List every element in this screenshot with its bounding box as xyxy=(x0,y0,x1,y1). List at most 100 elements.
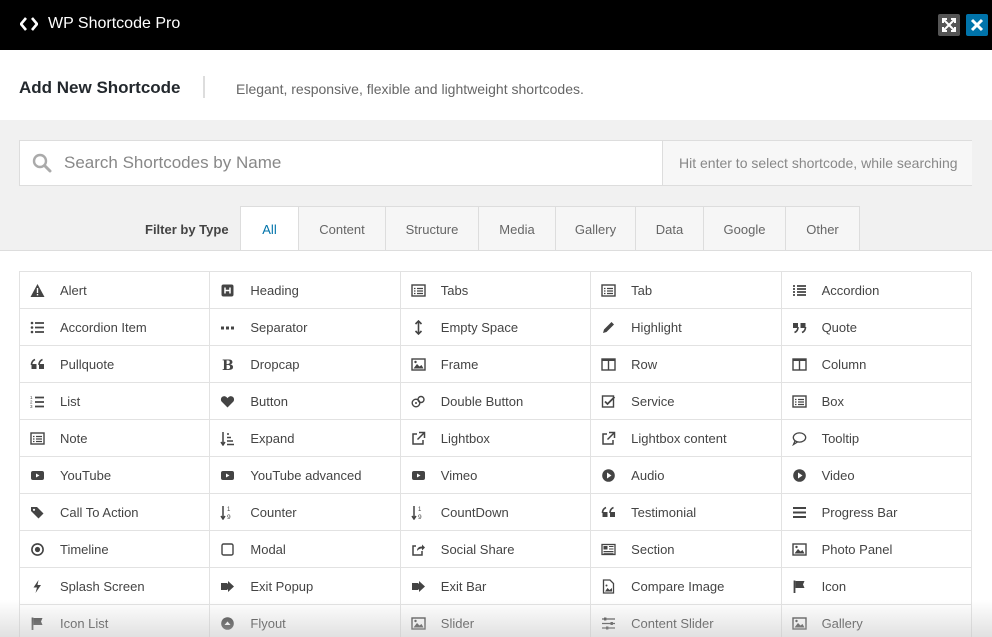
shortcode-label: Column xyxy=(821,357,867,372)
list-alt-icon xyxy=(601,283,616,298)
play-circle-icon xyxy=(792,468,807,483)
shortcode-item[interactable]: Heading xyxy=(210,272,401,309)
columns-icon xyxy=(791,357,807,372)
search-bar: Hit enter to select shortcode, while sea… xyxy=(19,140,972,186)
shortcode-item[interactable]: Exit Popup xyxy=(210,568,401,605)
tab-google[interactable]: Google xyxy=(703,207,785,251)
shortcode-item[interactable]: Social Share xyxy=(400,531,592,568)
tab-other[interactable]: Other xyxy=(785,207,859,251)
shortcode-item[interactable]: Double Button xyxy=(400,383,592,420)
svg-text:B: B xyxy=(222,358,234,372)
quote-left-icon xyxy=(30,357,45,372)
flag-icon xyxy=(30,616,45,631)
shortcode-item[interactable]: Video xyxy=(781,457,972,494)
shortcode-item[interactable]: Slider xyxy=(401,605,592,637)
shortcode-item[interactable]: Quote xyxy=(781,309,972,346)
external-link-icon xyxy=(411,431,426,446)
newspaper-icon xyxy=(601,542,616,557)
svg-text:3: 3 xyxy=(30,404,33,409)
shortcode-item[interactable]: B Dropcap xyxy=(210,346,401,383)
shortcode-label: Highlight xyxy=(631,320,682,335)
shortcode-item[interactable]: Lightbox xyxy=(400,420,592,457)
shortcode-item[interactable]: Icon List xyxy=(20,605,211,637)
shortcode-item[interactable]: Exit Bar xyxy=(400,568,592,605)
app-title: WP Shortcode Pro xyxy=(48,15,181,32)
shortcode-item[interactable]: Service xyxy=(591,383,782,420)
shortcode-label: List xyxy=(60,394,81,409)
list-ol-icon: 123 xyxy=(30,394,45,409)
tab-media[interactable]: Media xyxy=(478,207,555,251)
shortcode-item[interactable]: Tab xyxy=(591,272,782,309)
shortcode-item[interactable]: Frame xyxy=(400,346,592,383)
shortcode-item[interactable]: Tabs xyxy=(400,272,592,309)
tab-structure[interactable]: Structure xyxy=(385,207,478,251)
shortcode-item[interactable]: Photo Panel xyxy=(781,531,972,568)
search-input[interactable] xyxy=(64,142,659,184)
shortcode-label: Note xyxy=(60,431,88,446)
shortcode-item[interactable]: Lightbox content xyxy=(591,420,782,457)
shortcode-item[interactable]: Timeline xyxy=(20,531,211,568)
shortcode-item[interactable]: Testimonial xyxy=(591,494,782,531)
shortcode-item[interactable]: Accordion xyxy=(781,272,972,309)
shortcode-item[interactable]: Section xyxy=(591,531,782,568)
shortcode-item[interactable]: 1 9 Counter xyxy=(210,494,401,531)
shortcode-item[interactable]: YouTube xyxy=(20,457,211,494)
tab-data[interactable]: Data xyxy=(635,207,703,251)
tab-all[interactable]: All xyxy=(241,207,298,252)
quote-right-icon xyxy=(792,320,807,335)
shortcode-item[interactable]: YouTube advanced xyxy=(210,457,401,494)
arrow-circle-up-icon xyxy=(220,616,235,631)
shortcode-item[interactable]: Empty Space xyxy=(400,309,592,346)
shortcode-item[interactable]: Flyout xyxy=(210,605,401,637)
ellipsis-icon xyxy=(220,320,235,335)
image-icon xyxy=(791,616,807,631)
shortcode-label: Tabs xyxy=(440,283,469,298)
shortcode-item[interactable]: Separator xyxy=(210,309,401,346)
shortcode-label: Modal xyxy=(250,542,286,557)
image-icon xyxy=(411,616,426,631)
shortcode-label: Exit Popup xyxy=(250,579,314,594)
shortcode-item[interactable]: Column xyxy=(781,346,972,383)
shortcode-item[interactable]: Modal xyxy=(210,531,401,568)
shortcode-item[interactable]: Button xyxy=(210,383,401,420)
shortcode-label: Content Slider xyxy=(631,616,714,631)
sliders-icon xyxy=(601,616,616,631)
shortcode-item[interactable]: Content Slider xyxy=(591,605,782,637)
shortcode-label: Video xyxy=(821,468,855,483)
shortcode-item[interactable]: Call To Action xyxy=(20,494,211,531)
shortcode-item[interactable]: Row xyxy=(591,346,782,383)
shortcode-label: Expand xyxy=(250,431,295,446)
warning-icon xyxy=(30,283,45,298)
heading-icon xyxy=(220,283,235,298)
shortcode-label: Accordion xyxy=(821,283,880,298)
shortcode-item[interactable]: Audio xyxy=(591,457,782,494)
shortcode-item[interactable]: Pullquote xyxy=(20,346,211,383)
sort-amount-icon xyxy=(220,431,235,447)
shortcode-item[interactable]: Gallery xyxy=(782,605,972,637)
shortcode-label: Exit Bar xyxy=(440,579,487,594)
tab-content[interactable]: Content xyxy=(298,207,385,251)
shortcode-label: Section xyxy=(631,542,675,557)
search-icon xyxy=(32,153,52,173)
image-icon xyxy=(411,357,426,372)
external-link-icon xyxy=(601,431,616,446)
shortcode-label: Splash Screen xyxy=(60,579,145,594)
shortcode-item[interactable]: Expand xyxy=(210,420,401,457)
tab-gallery[interactable]: Gallery xyxy=(555,207,635,251)
shortcode-item[interactable]: 1 9 CountDown xyxy=(400,494,592,531)
shortcode-item[interactable]: Accordion Item xyxy=(20,309,211,346)
shortcode-item[interactable]: Alert xyxy=(20,272,211,309)
shortcode-item[interactable]: Vimeo xyxy=(400,457,592,494)
shortcode-item[interactable]: Tooltip xyxy=(781,420,972,457)
shortcode-item[interactable]: Progress Bar xyxy=(781,494,972,531)
shortcode-item[interactable]: Compare Image xyxy=(591,568,782,605)
shortcode-item[interactable]: Note xyxy=(20,420,211,457)
close-button[interactable] xyxy=(966,14,988,36)
shortcode-item[interactable]: 1 2 3 List xyxy=(20,383,211,420)
shortcode-label: Tab xyxy=(631,283,653,298)
shortcode-item[interactable]: Icon xyxy=(781,568,972,605)
shortcode-item[interactable]: Splash Screen xyxy=(20,568,211,605)
shortcode-item[interactable]: Highlight xyxy=(591,309,782,346)
shortcode-item[interactable]: Box xyxy=(781,383,972,420)
fullscreen-button[interactable] xyxy=(938,14,960,36)
